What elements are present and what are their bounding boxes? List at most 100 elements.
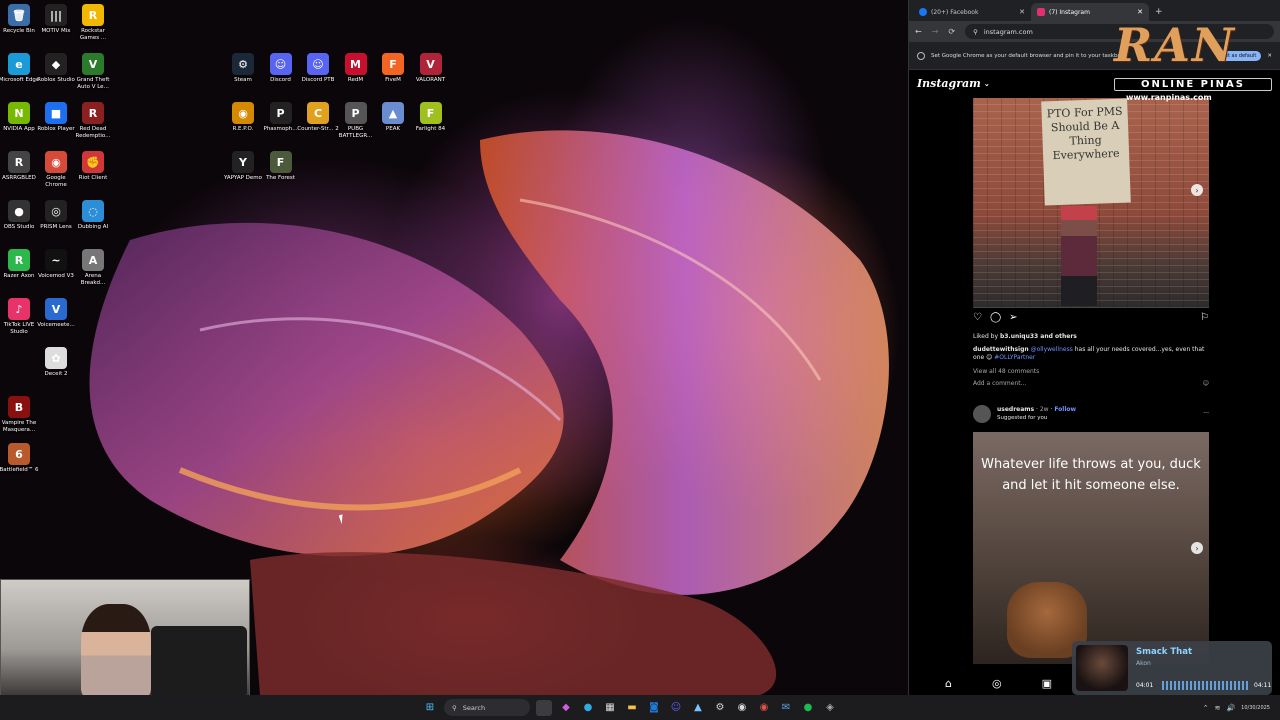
site-info-icon[interactable]: ⚲: [973, 28, 978, 36]
desktop-icon[interactable]: R Razer Axon: [0, 249, 38, 280]
next-image-icon[interactable]: ›: [1191, 184, 1203, 196]
wifi-icon[interactable]: ≋: [1215, 704, 1221, 712]
share-icon[interactable]: ➢: [1009, 312, 1017, 323]
desktop-icon[interactable]: ◆ Roblox Studio: [37, 53, 75, 84]
desktop-icon[interactable]: Y YAPYAP Demo: [224, 151, 262, 182]
desktop-icon[interactable]: V Grand Theft Auto V Le...: [74, 53, 112, 91]
app-icon: ●: [8, 200, 30, 222]
obs-icon[interactable]: ◉: [734, 700, 750, 716]
suggested-label: Suggested for you: [997, 415, 1048, 421]
desktop-icon-label: Voicemod V3: [38, 273, 74, 279]
new-tab-icon[interactable]: +: [1155, 7, 1163, 17]
app-icon[interactable]: ◈: [822, 700, 838, 716]
liked-by-suffix[interactable]: and others: [1038, 333, 1077, 340]
desktop-icon[interactable]: R ASRRGBLED: [0, 151, 38, 182]
tab-facebook[interactable]: (20+) Facebook ✕: [913, 3, 1031, 21]
desktop-icon[interactable]: P Phasmoph...: [262, 102, 300, 133]
close-tab-icon[interactable]: ✕: [1019, 8, 1025, 16]
desktop-icon[interactable]: ✿ Deceit 2: [37, 347, 75, 378]
desktop-icon[interactable]: ● OBS Studio: [0, 200, 38, 231]
instagram-logo[interactable]: Instagram: [917, 77, 981, 90]
chevron-up-icon[interactable]: ⌃: [1203, 704, 1209, 712]
desktop-icon[interactable]: 6 Battlefield™ 6: [0, 443, 38, 474]
comment-icon[interactable]: ◯: [990, 312, 1001, 323]
desktop-icon[interactable]: ◌ Dubbing AI: [74, 200, 112, 231]
tab-label: (7) Instagram: [1049, 8, 1090, 16]
add-comment-row[interactable]: Add a comment... ☺: [973, 380, 1209, 388]
app-icon: ~: [45, 249, 67, 271]
desktop-icon[interactable]: ~ Voicemod V3: [37, 249, 75, 280]
desktop-icon[interactable]: ☺ Discord PTB: [299, 53, 337, 84]
store-icon[interactable]: ▦: [602, 700, 618, 716]
like-icon[interactable]: ♡: [973, 312, 982, 323]
webcam-feed: [0, 579, 250, 698]
caption-hashtag[interactable]: #OLLYPartner: [994, 354, 1035, 361]
copilot-icon[interactable]: ◆: [558, 700, 574, 716]
discord-icon[interactable]: ☺: [668, 700, 684, 716]
outlook-icon[interactable]: ◙: [646, 700, 662, 716]
steam-icon[interactable]: ⚙: [712, 700, 728, 716]
desktop-icon[interactable]: B Vampire The Masquera...: [0, 396, 38, 434]
reels-icon[interactable]: ▣: [1042, 677, 1052, 690]
desktop-icon[interactable]: ■ Roblox Player: [37, 102, 75, 133]
back-icon[interactable]: ←: [915, 27, 922, 36]
desktop-icon[interactable]: ▲ PEAK: [374, 102, 412, 133]
desktop-icon[interactable]: R Red Dead Redemptio...: [74, 102, 112, 140]
liked-by-user[interactable]: b3.uniqu33: [1000, 333, 1038, 340]
desktop-icon[interactable]: C Counter-Str... 2: [297, 102, 339, 133]
reload-icon[interactable]: ⟳: [948, 27, 955, 36]
desktop-icon[interactable]: ◉ R.E.P.O.: [224, 102, 262, 133]
system-tray: ⌃ ≋ 🔊 10/30/2025: [1203, 704, 1270, 712]
desktop-icon[interactable]: A Arena Breakd...: [74, 249, 112, 287]
post2-username[interactable]: usedreams: [997, 406, 1034, 413]
start-icon[interactable]: ⊞: [422, 700, 438, 716]
desktop-icon[interactable]: F Farlight 84: [412, 102, 450, 133]
desktop-icon[interactable]: ||| MOTIV Mix: [37, 4, 75, 35]
edge-icon[interactable]: ●: [580, 700, 596, 716]
close-tab-icon[interactable]: ✕: [1137, 8, 1143, 16]
desktop-icon[interactable]: M RedM: [337, 53, 375, 84]
volume-icon[interactable]: 🔊: [1226, 704, 1235, 712]
desktop-icon[interactable]: R Rockstar Games ...: [74, 4, 112, 42]
explore-icon[interactable]: ◎: [992, 677, 1002, 690]
caption-username[interactable]: dudettewithsign: [973, 346, 1029, 353]
desktop-icon[interactable]: e Microsoft Edge: [0, 53, 39, 84]
caption-mention[interactable]: @ollywellness: [1031, 346, 1073, 353]
desktop-icon[interactable]: F The Forest: [262, 151, 300, 182]
desktop-icon[interactable]: 🗑 Recycle Bin: [0, 4, 38, 35]
forward-icon[interactable]: →: [932, 27, 939, 36]
desktop-icon[interactable]: ✊ Riot Client: [74, 151, 112, 182]
desktop-icon[interactable]: N NVIDIA App: [0, 102, 38, 133]
desktop-icon[interactable]: P PUBG BATTLEGR...: [337, 102, 375, 140]
more-options-icon[interactable]: ···: [1203, 410, 1209, 418]
taskbar-search[interactable]: ⚲ Search: [444, 699, 530, 716]
desktop-icon[interactable]: ◉ Google Chrome: [37, 151, 75, 189]
desktop-icon[interactable]: V Voicemeete...: [37, 298, 75, 329]
photos-icon[interactable]: ▲: [690, 700, 706, 716]
mail-icon[interactable]: ✉: [778, 700, 794, 716]
next-image-icon[interactable]: ›: [1191, 542, 1203, 554]
desktop-icon[interactable]: ◎ PRISM Lens: [37, 200, 75, 231]
spotify-icon[interactable]: ●: [800, 700, 816, 716]
desktop-icon[interactable]: ⚙ Steam: [224, 53, 262, 84]
post2-video[interactable]: Whatever life throws at you, duck and le…: [973, 432, 1209, 664]
desktop-icon[interactable]: ☺ Discord: [262, 53, 300, 84]
clock-date[interactable]: 10/30/2025: [1241, 705, 1270, 711]
avatar[interactable]: [973, 405, 991, 423]
chevron-down-icon[interactable]: ⌄: [984, 79, 990, 88]
add-comment-field[interactable]: Add a comment...: [973, 380, 1026, 388]
follow-button[interactable]: Follow: [1054, 406, 1076, 413]
emoji-icon[interactable]: ☺: [1203, 380, 1209, 388]
chrome-icon[interactable]: ◉: [756, 700, 772, 716]
desktop-icon[interactable]: ♪ TikTok LIVE Studio: [0, 298, 38, 336]
view-comments-link[interactable]: View all 48 comments: [973, 368, 1209, 376]
post-image[interactable]: PTO For PMS Should Be A Thing Everywhere…: [973, 98, 1209, 308]
save-icon[interactable]: ⚐: [1200, 312, 1209, 323]
file-explorer-icon[interactable]: ▬: [624, 700, 640, 716]
logo-brand: RAN: [1114, 18, 1236, 72]
desktop-icon[interactable]: F FiveM: [374, 53, 412, 84]
app-icon: M: [344, 53, 367, 75]
home-icon[interactable]: ⌂: [945, 677, 952, 690]
desktop-icon[interactable]: V VALORANT: [412, 53, 450, 84]
task-view-icon[interactable]: [536, 699, 552, 716]
